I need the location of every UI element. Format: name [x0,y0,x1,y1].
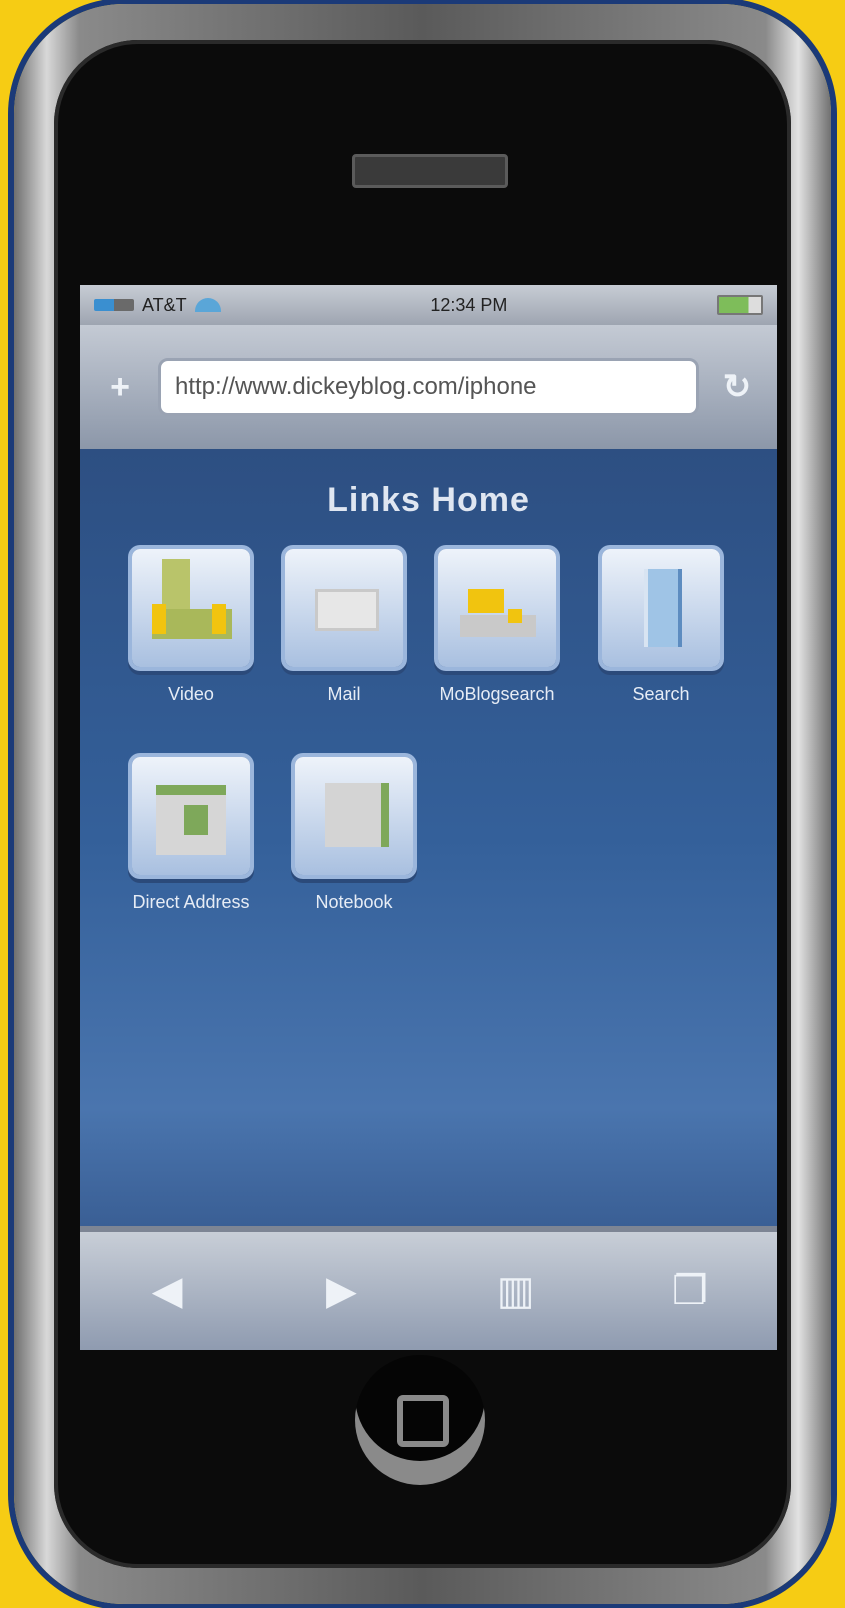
app-label: Direct Address [132,892,250,912]
app-mail[interactable]: Mail [269,549,419,705]
video-icon [132,549,250,667]
pages-icon[interactable]: ❐ [655,1268,725,1314]
plus-icon[interactable]: + [98,365,142,409]
battery-icon [717,295,763,315]
signal-icon [94,299,134,311]
app-label: Video [168,684,214,704]
app-label: MoBlogsearch [439,684,555,704]
app-video[interactable]: Video [116,549,266,705]
address-book-icon [132,757,250,875]
carrier-label: AT&T [142,294,187,315]
envelope-icon [285,549,403,667]
home-square-icon [397,1395,449,1447]
wifi-icon [194,298,221,312]
notebook-icon [295,757,413,875]
app-moblogsearch[interactable]: MoBlogsearch [422,549,572,705]
moblog-icon [438,549,556,667]
earpiece-speaker [352,154,508,188]
app-search[interactable]: Search [586,549,736,705]
status-time: 12:34 PM [430,294,508,315]
home-button[interactable] [355,1355,485,1485]
forward-arrow-icon[interactable]: ▶ [306,1268,376,1314]
url-field[interactable]: http://www.dickeyblog.com/iphone [158,358,699,416]
app-label: Search [632,684,690,704]
app-notebook[interactable]: Notebook [279,757,429,913]
page-title: Links Home [327,481,530,519]
reload-icon[interactable]: ↻ [715,365,759,409]
back-arrow-icon[interactable]: ◀ [132,1268,202,1314]
browser-toolbar: ◀ ▶ ▥ ❐ [80,1226,777,1350]
bookmarks-icon[interactable]: ▥ [481,1268,551,1314]
app-label: Notebook [315,892,393,912]
app-label: Mail [327,684,361,704]
phone-screen: AT&T 12:34 PM + http://www.dickeyblog.co… [80,285,777,1350]
page-content: Links Home Video Mail MoBlogsearch Searc… [80,449,777,1226]
url-bar: + http://www.dickeyblog.com/iphone ↻ [80,325,777,449]
status-bar: AT&T 12:34 PM [80,285,777,325]
app-direct-address[interactable]: Direct Address [116,757,266,913]
search-icon [602,549,720,667]
